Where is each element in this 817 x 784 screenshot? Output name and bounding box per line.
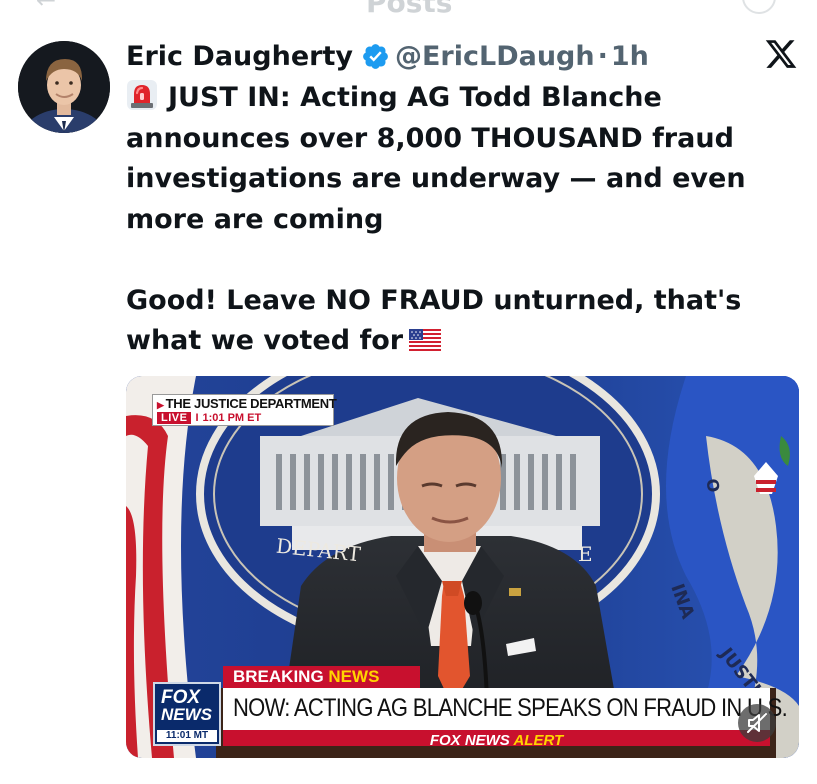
more-icon[interactable] xyxy=(742,0,776,14)
breaking-word-1: BREAKING xyxy=(233,667,324,686)
live-separator: I xyxy=(195,412,199,424)
logo-line-2: NEWS xyxy=(161,705,212,724)
author-handle[interactable]: @EricLDaugh xyxy=(395,41,595,72)
header-separator: · xyxy=(597,40,608,72)
news-headline: NOW: ACTING AG BLANCHE SPEAKS ON FRAUD I… xyxy=(233,694,788,722)
mute-icon xyxy=(747,713,767,733)
verified-badge-icon xyxy=(361,42,390,71)
breaking-word-2: NEWS xyxy=(328,667,380,686)
tweet-text: JUST IN: Acting AG Todd Blanche announce… xyxy=(126,78,796,362)
top-bar: ← Posts xyxy=(0,0,817,18)
avatar[interactable] xyxy=(18,41,110,133)
alert-word-2: ALERT xyxy=(513,732,564,749)
us-flag-icon xyxy=(409,323,442,351)
channel-box: ▶ THE JUSTICE DEPARTMENT LIVE I 1:01 PM ET xyxy=(152,394,337,426)
author-name[interactable]: Eric Daugherty xyxy=(126,41,353,72)
live-time: 1:01 PM ET xyxy=(202,412,262,424)
x-logo-icon[interactable] xyxy=(764,37,798,71)
tweet-paragraph-1-text: JUST IN: Acting AG Todd Blanche announce… xyxy=(126,82,746,235)
post-time[interactable]: 1h xyxy=(611,41,649,72)
channel-title-text: THE JUSTICE DEPARTMENT xyxy=(165,396,337,411)
seal-text-right: E xyxy=(578,542,593,566)
alert-text: FOX NEWS ALERT xyxy=(430,732,563,749)
back-arrow-icon[interactable]: ← xyxy=(36,0,56,14)
fox-news-logo: FOX NEWS 11:01 MT xyxy=(153,682,221,746)
tweet-paragraph-2: Good! Leave NO FRAUD unturned, that's wh… xyxy=(126,281,796,362)
top-bar-title: Posts xyxy=(366,0,453,18)
siren-icon xyxy=(126,79,158,111)
logo-clock: 11:01 MT xyxy=(157,730,217,742)
tweet-paragraph-1: JUST IN: Acting AG Todd Blanche announce… xyxy=(126,78,796,240)
channel-title: ▶ THE JUSTICE DEPARTMENT xyxy=(157,396,337,411)
live-badge: LIVE xyxy=(157,412,192,424)
alert-bar: FOX NEWS ALERT xyxy=(223,730,770,749)
video-player[interactable]: DEPART E INA JUSTI O ▶ THE JUSTICE DEPART… xyxy=(126,376,799,758)
breaking-news-tag: BREAKING NEWS xyxy=(223,666,420,688)
live-row: LIVE I 1:01 PM ET xyxy=(157,412,327,424)
alert-word-1: FOX NEWS xyxy=(429,732,510,749)
headline-bar: NOW: ACTING AG BLANCHE SPEAKS ON FRAUD I… xyxy=(223,688,788,730)
mute-button[interactable] xyxy=(738,704,776,742)
tweet-header: Eric Daugherty @EricLDaugh · 1h xyxy=(126,34,649,78)
